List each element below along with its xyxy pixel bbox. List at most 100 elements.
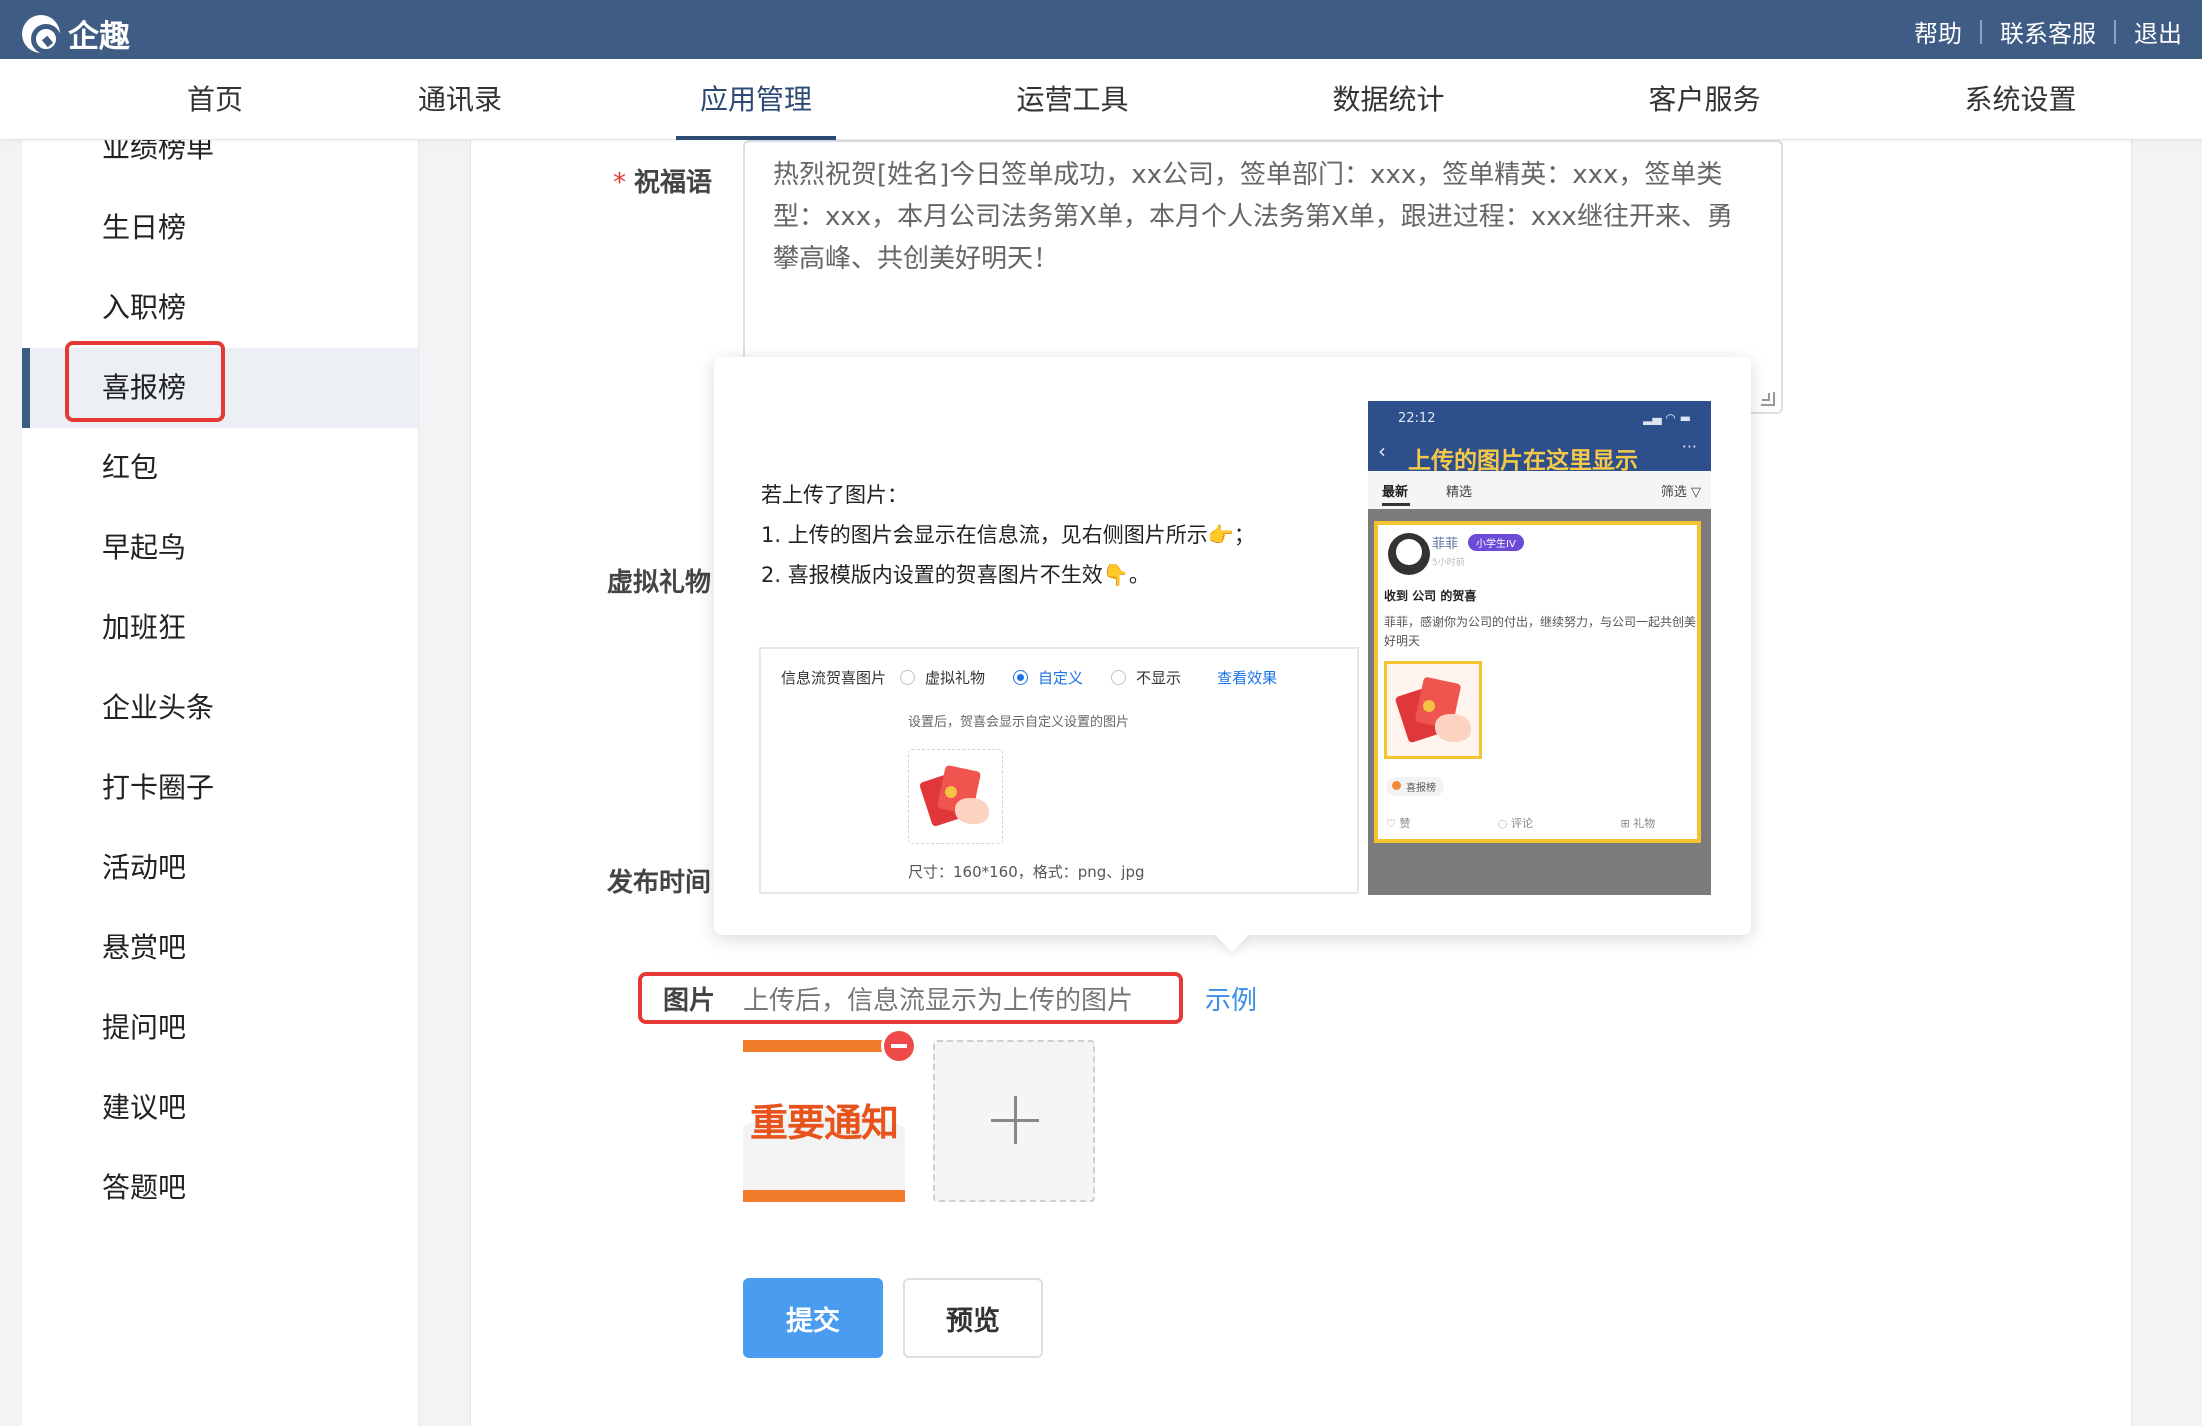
- radio-icon: [900, 670, 916, 685]
- upload-button[interactable]: [933, 1040, 1095, 1202]
- demo-option: 不显示: [1136, 669, 1182, 687]
- red-envelope-image: [1384, 661, 1482, 759]
- level-badge: 小学生IV: [1468, 534, 1524, 551]
- uploaded-image-text: 重要通知: [749, 1101, 899, 1145]
- decor-bar: [743, 1190, 905, 1202]
- main-nav: 首页 通讯录 应用管理 运营工具 数据统计 客户服务 系统设置: [0, 59, 2202, 140]
- nav-system-settings[interactable]: 系统设置: [1948, 59, 2093, 140]
- like-action: ♡ 赞: [1386, 817, 1411, 830]
- image-label: 图片: [663, 986, 716, 1016]
- example-popover: 若上传了图片： 1. 上传的图片会显示在信息流，见右侧图片所示👉； 2. 喜报模…: [714, 357, 1751, 952]
- divider: [2114, 19, 2116, 44]
- logo[interactable]: 企趣: [22, 11, 130, 56]
- nav-customer-service[interactable]: 客户服务: [1632, 59, 1777, 140]
- demo-radio-row: 信息流贺喜图片 虚拟礼物 自定义 不显示 查看效果: [781, 667, 1277, 688]
- preview-button[interactable]: 预览: [903, 1278, 1043, 1358]
- sidebar-item-quiz[interactable]: 答题吧: [22, 1148, 418, 1228]
- phone-header: 22:12 ▂▄ ◠ ▬ ‹ 上传的图片在这里显示 ···: [1368, 401, 1711, 474]
- plus-icon: [1014, 1096, 1017, 1144]
- contact-service-link[interactable]: 联系客服: [2000, 14, 2096, 49]
- post-actions: ♡ 赞 ◌ 评论 ⊞ 礼物: [1386, 815, 1711, 831]
- greeting-label: * 祝福语: [613, 162, 712, 199]
- demo-option: 虚拟礼物: [925, 669, 986, 687]
- phone-tabs: 最新 精选 筛选 ▽: [1368, 471, 1711, 509]
- received-text: 收到 公司 的贺喜: [1384, 589, 1477, 603]
- nav-label: 应用管理: [699, 83, 812, 116]
- top-links: 帮助 联系客服 退出: [1914, 14, 2182, 49]
- sidebar-item-suggestions[interactable]: 建议吧: [22, 1068, 418, 1148]
- demo-size-note: 尺寸：160*160，格式：png、jpg: [908, 863, 1145, 881]
- help-link[interactable]: 帮助: [1914, 14, 1962, 49]
- nav-app-management[interactable]: 应用管理: [676, 59, 836, 140]
- sidebar-item-early-bird[interactable]: 早起鸟: [22, 508, 418, 588]
- nav-data-stats[interactable]: 数据统计: [1316, 59, 1461, 140]
- nav-operation-tools[interactable]: 运营工具: [1000, 59, 1145, 140]
- radio-icon: [1111, 670, 1127, 685]
- comment-action: ◌ 评论: [1497, 817, 1533, 830]
- phone-tab: 精选: [1446, 485, 1473, 500]
- popover-line: 2. 喜报模版内设置的贺喜图片不生效👇。: [761, 563, 1150, 587]
- highlight-box: [65, 341, 225, 422]
- signal-wifi-battery-icon: ▂▄ ◠ ▬: [1643, 411, 1691, 425]
- sidebar-item-activities[interactable]: 活动吧: [22, 828, 418, 908]
- tab-underline: [1382, 503, 1410, 506]
- user-name: 菲菲: [1432, 537, 1459, 552]
- demo-field-label: 信息流贺喜图片: [781, 669, 887, 687]
- top-bar: 企趣 帮助 联系客服 退出: [0, 0, 2202, 59]
- more-icon: ···: [1681, 437, 1697, 456]
- radio-checked-icon: [1013, 670, 1029, 685]
- phone-tab: 最新: [1382, 485, 1409, 500]
- required-mark: *: [613, 168, 626, 198]
- post-tag: 喜报榜: [1386, 777, 1444, 796]
- demo-hint: 设置后，贺喜会显示自定义设置的图片: [908, 715, 1130, 730]
- comment-label: 评论: [1510, 817, 1533, 830]
- example-link[interactable]: 示例: [1205, 980, 1257, 1017]
- popover-text: 若上传了图片： 1. 上传的图片会显示在信息流，见右侧图片所示👉； 2. 喜报模…: [761, 475, 1255, 595]
- divider: [1980, 19, 1982, 44]
- publish-time-label: 发布时间: [607, 868, 712, 898]
- resize-handle-icon[interactable]: [1761, 392, 1775, 406]
- virtual-gift-label: 虚拟礼物: [607, 568, 712, 598]
- popover-arrow: [1215, 918, 1249, 952]
- image-hint: 上传后，信息流显示为上传的图片: [743, 986, 1134, 1016]
- demo-settings-screenshot: 信息流贺喜图片 虚拟礼物 自定义 不显示 查看效果 设置后，贺喜会显示自定义设置…: [759, 647, 1359, 894]
- greeting-text: 热烈祝贺[姓名]今日签单成功，xx公司，签单部门：xxx，签单精英：xxx，签单…: [773, 160, 1733, 274]
- phone-feed-card: 菲菲 小学生IV 5小时前 收到 公司 的贺喜 菲菲，感谢你为公司的付出，继续努…: [1374, 521, 1701, 843]
- phone-title: 上传的图片在这里显示: [1408, 448, 1638, 474]
- red-envelope-image: [908, 749, 1003, 844]
- phone-mockup: 22:12 ▂▄ ◠ ▬ ‹ 上传的图片在这里显示 ··· 最新 精选 筛选 ▽…: [1368, 401, 1711, 895]
- app-name: 企趣: [68, 19, 130, 55]
- nav-contacts[interactable]: 通讯录: [400, 59, 520, 140]
- active-underline: [676, 136, 836, 140]
- popover-line: 1. 上传的图片会显示在信息流，见右侧图片所示👉；: [761, 523, 1255, 547]
- like-label: 赞: [1399, 817, 1411, 830]
- demo-view-effect: 查看效果: [1217, 669, 1278, 687]
- sidebar-item-red-packet[interactable]: 红包: [22, 428, 418, 508]
- sidebar-item-birthday[interactable]: 生日榜: [22, 188, 418, 268]
- logo-icon: [22, 14, 61, 54]
- gift-action: ⊞ 礼物: [1620, 817, 1656, 830]
- nav-home[interactable]: 首页: [160, 59, 270, 140]
- logout-link[interactable]: 退出: [2134, 14, 2182, 49]
- red-envelope-icon: [918, 762, 994, 832]
- post-body: 菲菲，感谢你为公司的付出，继续努力，与公司一起共创美好明天: [1384, 615, 1697, 648]
- sidebar-item-onboarding[interactable]: 入职榜: [22, 268, 418, 348]
- uploaded-image[interactable]: 重要通知: [743, 1040, 905, 1202]
- submit-button[interactable]: 提交: [743, 1278, 883, 1358]
- phone-filter: 筛选 ▽: [1660, 485, 1701, 500]
- sidebar-item-overtime[interactable]: 加班狂: [22, 588, 418, 668]
- sidebar-item-performance[interactable]: 业绩榜单: [22, 140, 418, 188]
- back-icon: ‹: [1378, 439, 1386, 463]
- sidebar-item-questions[interactable]: 提问吧: [22, 988, 418, 1068]
- red-envelope-icon: [1394, 674, 1475, 750]
- content-panel: * 祝福语 热烈祝贺[姓名]今日签单成功，xx公司，签单部门：xxx，签单精英：x…: [470, 140, 2132, 1426]
- sidebar-item-bounty[interactable]: 悬赏吧: [22, 908, 418, 988]
- avatar: [1388, 533, 1430, 575]
- remove-image-icon[interactable]: [881, 1028, 917, 1064]
- sidebar-item-checkin-circle[interactable]: 打卡圈子: [22, 748, 418, 828]
- post-time: 5小时前: [1432, 558, 1465, 568]
- phone-time: 22:12: [1398, 411, 1436, 426]
- active-indicator: [22, 348, 30, 428]
- sidebar: 业绩榜单 生日榜 入职榜 喜报榜 红包 早起鸟 加班狂 企业头条 打卡圈子 活动…: [22, 140, 419, 1426]
- sidebar-item-headlines[interactable]: 企业头条: [22, 668, 418, 748]
